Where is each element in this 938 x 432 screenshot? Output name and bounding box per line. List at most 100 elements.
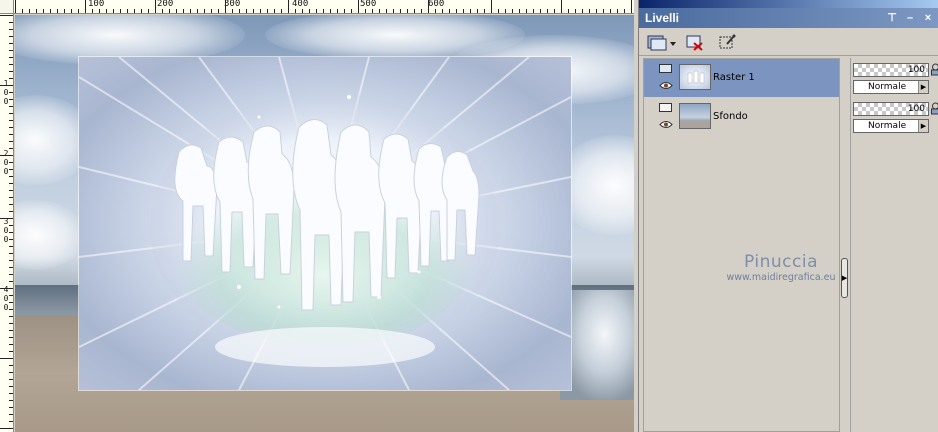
ruler-tick <box>9 50 13 51</box>
ruler-tick <box>36 9 37 13</box>
ruler-tick <box>113 9 114 13</box>
blend-mode-select[interactable]: Normale ▶ <box>853 119 929 133</box>
ruler-tick <box>183 9 184 13</box>
ruler-tick <box>148 9 149 13</box>
ruler-tick <box>232 9 233 13</box>
ruler-label: 200 <box>157 0 174 9</box>
ruler-tick <box>9 113 13 114</box>
splitter-arrow-icon[interactable]: ▶ <box>841 258 848 298</box>
ruler-tick <box>9 246 13 247</box>
ruler-tick <box>9 344 13 345</box>
ruler-tick <box>9 211 13 212</box>
ruler-tick <box>512 9 513 13</box>
ruler-tick <box>22 9 23 13</box>
ruler-label: 0 <box>3 303 9 312</box>
ruler-tick <box>169 9 170 13</box>
ruler-tick <box>64 9 65 13</box>
ruler-tick <box>9 225 13 226</box>
ruler-tick <box>9 323 13 324</box>
layer-thumbnail <box>679 64 711 90</box>
app-window: 100 200 300 400 500 600 1 0 0 2 0 0 3 0 … <box>0 0 938 432</box>
cloud <box>15 200 85 270</box>
ruler-tick <box>589 9 590 13</box>
ruler-tick <box>9 386 13 387</box>
minimize-icon[interactable]: – <box>903 11 917 25</box>
visibility-eye-icon[interactable] <box>659 81 673 90</box>
ruler-tick <box>624 9 625 13</box>
ruler-tick <box>540 9 541 13</box>
ruler-tick <box>379 9 380 13</box>
ruler-tick <box>78 9 79 13</box>
ruler-tick <box>421 9 422 13</box>
surf <box>560 290 634 400</box>
ruler-tick <box>547 9 548 13</box>
ruler-tick <box>330 9 331 13</box>
ruler-tick <box>9 57 13 58</box>
delete-layer-button[interactable] <box>683 32 707 53</box>
ruler-tick <box>162 9 163 13</box>
ruler-tick <box>0 218 13 219</box>
ruler-label: 0 <box>3 88 9 97</box>
layer-type-icon <box>659 103 672 112</box>
ruler-tick <box>9 372 13 373</box>
ruler-tick <box>372 9 373 13</box>
layer-row-sfondo[interactable]: Sfondo <box>644 98 840 136</box>
ruler-tick <box>463 9 464 13</box>
layer-row-raster-1[interactable]: Raster 1 <box>644 59 840 97</box>
ruler-tick <box>442 9 443 13</box>
horizontal-ruler: 100 200 300 400 500 600 <box>0 0 634 14</box>
opacity-slider[interactable]: 100 <box>853 102 929 116</box>
blend-mode-select[interactable]: Normale ▶ <box>853 80 929 94</box>
ruler-tick <box>218 9 219 13</box>
ruler-tick <box>596 9 597 13</box>
ruler-tick <box>386 9 387 13</box>
ruler-tick <box>526 9 527 13</box>
ruler-tick <box>344 9 345 13</box>
delete-layer-icon <box>686 35 703 51</box>
layer-name: Raster 1 <box>713 72 755 83</box>
visibility-eye-icon[interactable] <box>659 120 673 129</box>
dropdown-arrow-icon[interactable]: ▶ <box>918 120 928 132</box>
dropdown-arrow-icon[interactable]: ▶ <box>918 81 928 93</box>
ruler-tick <box>57 9 58 13</box>
new-layer-button[interactable] <box>645 32 677 53</box>
ruler-tick <box>484 9 485 13</box>
palette-title: Livelli <box>645 11 680 25</box>
ruler-label: 600 <box>428 0 445 9</box>
ruler-tick <box>85 0 86 13</box>
ruler-tick <box>498 9 499 13</box>
link-icon[interactable] <box>931 63 938 76</box>
image-canvas[interactable] <box>15 15 634 432</box>
ruler-tick <box>15 0 16 13</box>
link-icon[interactable] <box>931 102 938 115</box>
palette-top-strip <box>639 0 938 8</box>
palette-splitter[interactable]: ▶ <box>839 58 848 432</box>
ruler-tick <box>106 9 107 13</box>
layer-properties-button[interactable] <box>715 32 739 53</box>
ruler-tick <box>9 162 13 163</box>
layers-palette: Livelli ⊤ – × Raster 1 Sfondo Pinuccia w… <box>638 0 938 432</box>
opacity-slider[interactable]: 100 <box>853 63 929 77</box>
ruler-tick <box>9 120 13 121</box>
vertical-ruler: 1 0 0 2 0 0 3 0 0 4 0 0 <box>0 14 14 432</box>
layer-thumbnail <box>679 103 711 129</box>
raster-layer-artwork[interactable] <box>79 57 571 390</box>
close-icon[interactable]: × <box>921 11 935 25</box>
ruler-tick <box>9 400 13 401</box>
ruler-tick <box>288 0 289 13</box>
pin-icon[interactable]: ⊤ <box>885 11 899 25</box>
ruler-label: 100 <box>88 0 105 9</box>
ruler-tick <box>9 379 13 380</box>
ruler-tick <box>631 0 632 13</box>
palette-title-bar[interactable]: Livelli ⊤ – × <box>639 8 938 28</box>
opacity-value: 100 <box>907 104 925 114</box>
ruler-tick <box>0 15 13 16</box>
layers-list: Raster 1 Sfondo Pinuccia www.maidiregraf… <box>643 58 840 432</box>
ruler-tick <box>400 9 401 13</box>
ruler-tick <box>176 9 177 13</box>
ruler-tick <box>610 9 611 13</box>
watermark-name: Pinuccia <box>744 252 818 272</box>
ruler-tick <box>9 183 13 184</box>
ruler-tick <box>9 260 13 261</box>
ruler-tick <box>9 78 13 79</box>
